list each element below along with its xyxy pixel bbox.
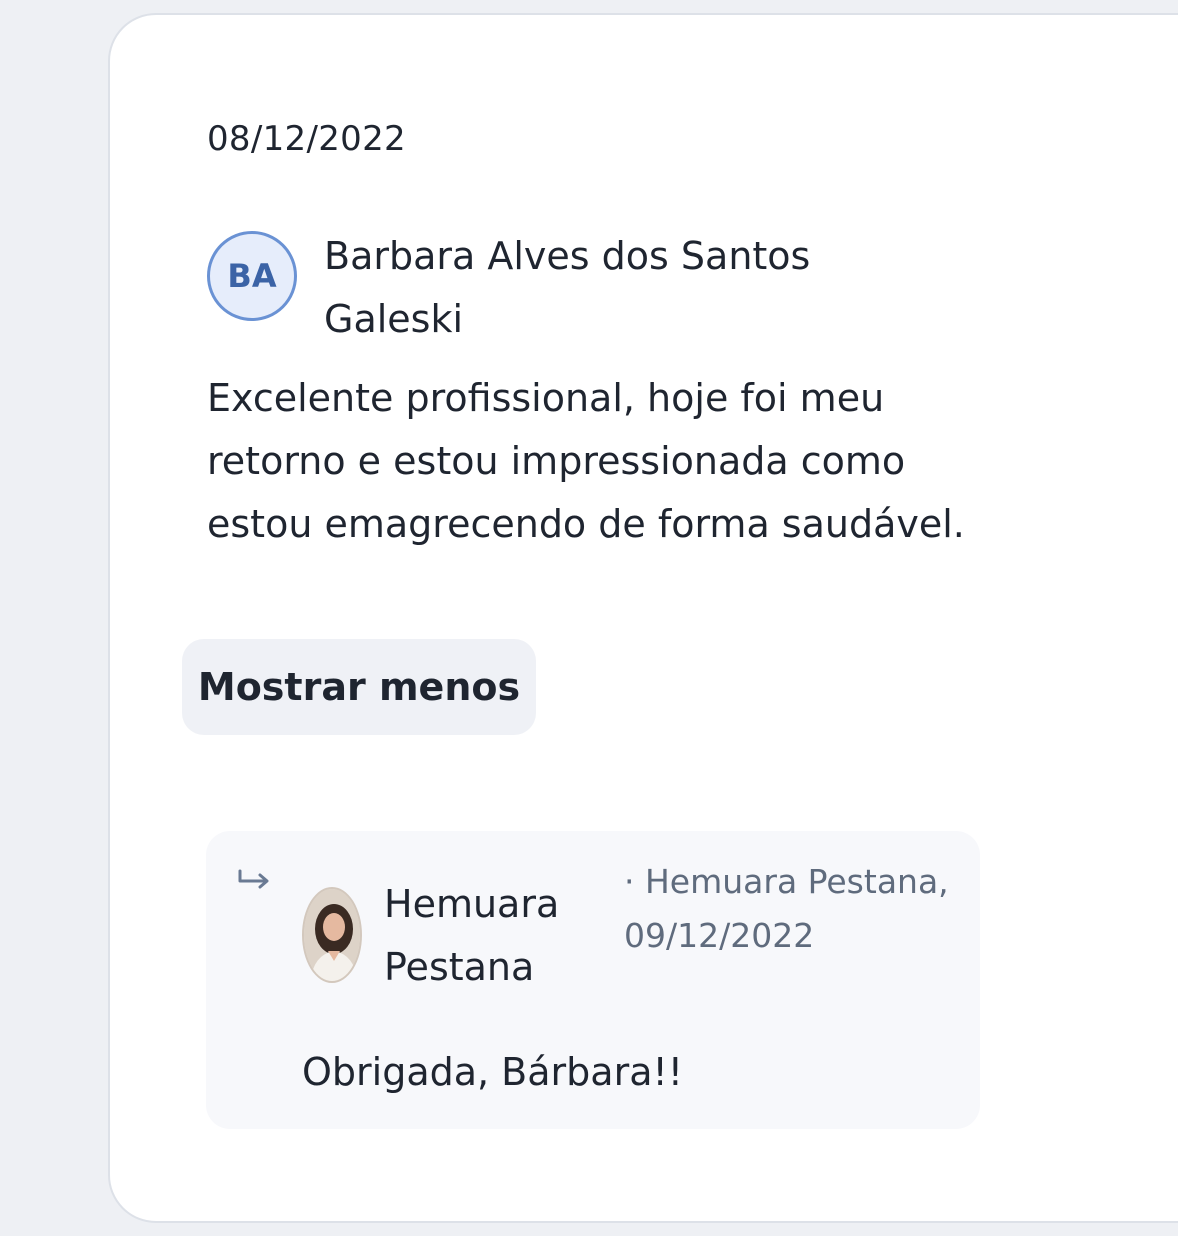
reply-text: Obrigada, Bárbara!! xyxy=(302,1050,683,1094)
review-text: Excelente profissional, hoje foi meu ret… xyxy=(207,376,965,546)
reply-meta: · Hemuara Pestana, 09/12/2022 xyxy=(624,862,949,955)
review-card: 08/12/2022 BA Barbara Alves dos Santos G… xyxy=(108,13,1178,1223)
author-avatar: BA xyxy=(207,231,297,321)
person-photo-icon xyxy=(304,889,360,981)
reply-author-avatar xyxy=(302,887,362,983)
author-initials: BA xyxy=(227,257,277,295)
author-name: Barbara Alves dos Santos Galeski xyxy=(324,234,811,341)
reply-box: Hemuara Pestana · Hemuara Pestana, 09/12… xyxy=(206,831,980,1129)
reply-arrow-icon xyxy=(238,869,269,889)
review-date: 08/12/2022 xyxy=(207,119,406,159)
show-less-button[interactable]: Mostrar menos xyxy=(182,639,536,735)
reply-author-name: Hemuara Pestana xyxy=(384,882,560,989)
